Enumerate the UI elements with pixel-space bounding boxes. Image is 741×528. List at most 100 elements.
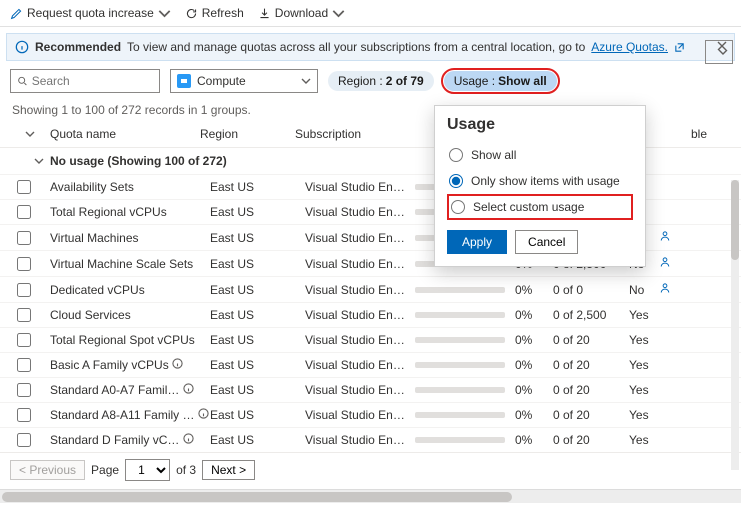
- pager-page-label: Page: [91, 463, 119, 477]
- row-checkbox[interactable]: [17, 180, 31, 194]
- cell-usage-bar: [415, 362, 515, 368]
- row-checkbox[interactable]: [17, 408, 31, 422]
- download-label: Download: [275, 6, 328, 20]
- chevron-down-icon: [301, 76, 311, 86]
- col-adjustable[interactable]: ble: [691, 127, 731, 141]
- cell-usage: 0 of 20: [553, 333, 629, 347]
- info-icon: [172, 358, 183, 369]
- col-subscription[interactable]: Subscription: [295, 127, 405, 141]
- request-quota-button[interactable]: Request quota increase: [10, 6, 171, 20]
- table-row[interactable]: Standard A8-A11 Family … East USVisual S…: [0, 402, 741, 427]
- scrollbar-thumb[interactable]: [2, 492, 512, 502]
- usage-filter-pill[interactable]: Usage : Show all: [444, 71, 557, 91]
- refresh-icon: [185, 7, 198, 20]
- apply-button[interactable]: Apply: [447, 230, 507, 254]
- row-checkbox[interactable]: [17, 433, 31, 447]
- secondary-dropdown[interactable]: [705, 40, 733, 64]
- table-row[interactable]: Basic A Family vCPUs East USVisual Studi…: [0, 352, 741, 377]
- cell-quota: Virtual Machine Scale Sets: [50, 257, 210, 271]
- compute-icon: [177, 74, 191, 88]
- cell-region: East US: [210, 333, 305, 347]
- scrollbar-thumb[interactable]: [731, 180, 739, 260]
- row-checkbox[interactable]: [17, 308, 31, 322]
- radio-all[interactable]: [449, 148, 463, 162]
- cell-quota: Dedicated vCPUs: [50, 283, 210, 297]
- cell-usage-bar: [415, 287, 515, 293]
- cell-usage: 0 of 0: [553, 283, 629, 297]
- row-checkbox[interactable]: [17, 333, 31, 347]
- download-button[interactable]: Download: [258, 6, 345, 20]
- pager-next[interactable]: Next >: [202, 460, 255, 480]
- horizontal-scrollbar[interactable]: [0, 489, 741, 503]
- provider-dropdown[interactable]: Compute: [170, 69, 318, 93]
- cell-percent: 0%: [515, 433, 553, 447]
- search-input-wrap[interactable]: [10, 69, 160, 93]
- region-filter-pill[interactable]: Region : 2 of 79: [328, 71, 434, 91]
- command-bar: Request quota increase Refresh Download: [0, 0, 741, 27]
- cell-percent: 0%: [515, 333, 553, 347]
- region-pill-prefix: Region :: [338, 74, 383, 88]
- refresh-button[interactable]: Refresh: [185, 6, 244, 20]
- cell-subscription: Visual Studio En…: [305, 257, 415, 271]
- row-checkbox[interactable]: [17, 231, 31, 245]
- banner-link[interactable]: Azure Quotas.: [591, 40, 668, 54]
- cell-quota: Availability Sets: [50, 180, 210, 194]
- table-row[interactable]: Cloud ServicesEast USVisual Studio En…0%…: [0, 302, 741, 327]
- cell-region: East US: [210, 180, 305, 194]
- radio-only[interactable]: [449, 174, 463, 188]
- table-row[interactable]: Standard D Family vC… East USVisual Stud…: [0, 427, 741, 452]
- cell-subscription: Visual Studio En…: [305, 408, 415, 422]
- usage-option-only[interactable]: Only show items with usage: [447, 168, 633, 194]
- vertical-scrollbar[interactable]: [731, 180, 739, 470]
- pager-prev[interactable]: < Previous: [10, 460, 85, 480]
- cell-adjustable: No: [629, 283, 659, 297]
- search-input[interactable]: [32, 74, 153, 88]
- provider-label: Compute: [197, 74, 295, 88]
- cell-region: East US: [210, 308, 305, 322]
- cell-quota: Virtual Machines: [50, 231, 210, 245]
- request-quota-label: Request quota increase: [27, 6, 154, 20]
- cell-usage-bar: [415, 337, 515, 343]
- info-icon: [15, 40, 29, 54]
- usage-pill-value: Show all: [498, 74, 547, 88]
- cell-subscription: Visual Studio En…: [305, 383, 415, 397]
- option-label: Select custom usage: [473, 200, 584, 214]
- cell-quota: Basic A Family vCPUs: [50, 358, 210, 372]
- cell-adjustable: Yes: [629, 333, 659, 347]
- cell-percent: 0%: [515, 408, 553, 422]
- row-checkbox[interactable]: [17, 358, 31, 372]
- expand-all-toggle[interactable]: [10, 129, 50, 139]
- chevron-down-icon: [34, 156, 44, 166]
- row-checkbox[interactable]: [17, 257, 31, 271]
- cancel-button[interactable]: Cancel: [515, 230, 578, 254]
- col-region[interactable]: Region: [200, 127, 295, 141]
- info-icon: [198, 408, 209, 419]
- cell-subscription: Visual Studio En…: [305, 180, 415, 194]
- cell-adjustable: Yes: [629, 433, 659, 447]
- region-pill-value: 2 of 79: [386, 74, 424, 88]
- banner-text: To view and manage quotas across all you…: [127, 40, 585, 54]
- usage-option-custom[interactable]: Select custom usage: [447, 194, 633, 220]
- external-link-icon: [674, 42, 685, 53]
- pager-page-select[interactable]: 1: [125, 459, 170, 481]
- table-row[interactable]: Total Regional Spot vCPUsEast USVisual S…: [0, 327, 741, 352]
- pager: < Previous Page 1 of 3 Next >: [0, 452, 741, 487]
- row-checkbox[interactable]: [17, 205, 31, 219]
- chevron-down-icon: [158, 7, 171, 20]
- person-icon[interactable]: [659, 282, 671, 294]
- cell-subscription: Visual Studio En…: [305, 283, 415, 297]
- cell-region: East US: [210, 433, 305, 447]
- usage-option-all[interactable]: Show all: [447, 142, 633, 168]
- row-checkbox[interactable]: [17, 383, 31, 397]
- row-checkbox[interactable]: [17, 283, 31, 297]
- col-quota[interactable]: Quota name: [50, 127, 200, 141]
- person-icon[interactable]: [659, 256, 671, 268]
- table-row[interactable]: Dedicated vCPUsEast USVisual Studio En…0…: [0, 276, 741, 302]
- cell-quota: Standard D Family vC…: [50, 433, 210, 447]
- table-row[interactable]: Standard A0-A7 Famil… East USVisual Stud…: [0, 377, 741, 402]
- info-icon: [183, 433, 194, 444]
- cell-usage-bar: [415, 312, 515, 318]
- person-icon[interactable]: [659, 230, 671, 242]
- radio-custom[interactable]: [451, 200, 465, 214]
- cell-region: East US: [210, 408, 305, 422]
